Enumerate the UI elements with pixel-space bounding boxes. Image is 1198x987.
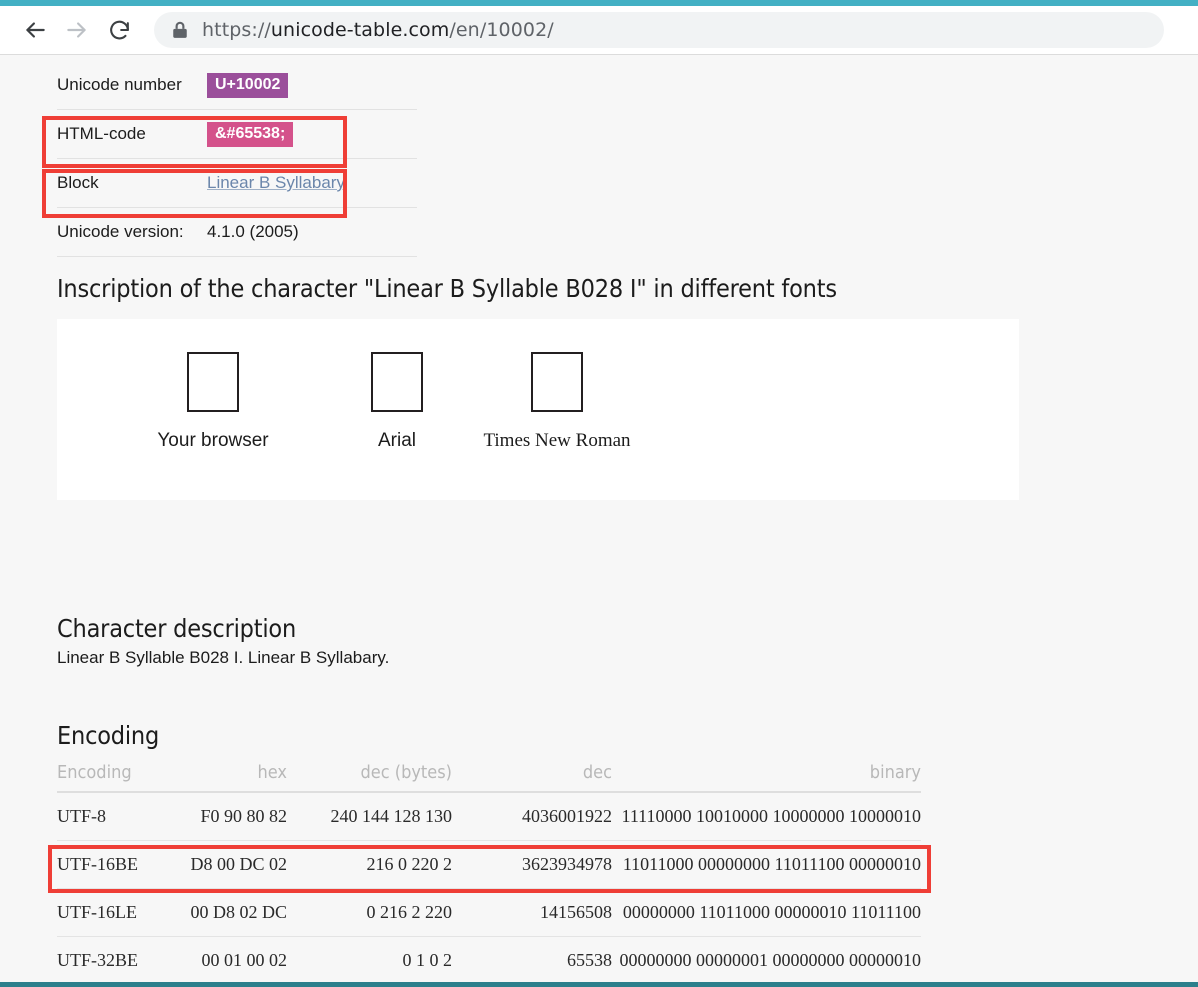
property-value: Linear B Syllabary xyxy=(207,173,345,193)
table-row: UTF-16LE 00 D8 02 DC 0 216 2 220 1415650… xyxy=(57,888,921,937)
tofu-box-icon xyxy=(371,352,423,412)
html-code-badge: &#65538; xyxy=(207,121,294,147)
cell-encoding: UTF-32BE xyxy=(57,936,177,985)
cell-encoding: UTF-16LE xyxy=(57,888,177,937)
column-header-hex: hex xyxy=(177,762,287,793)
property-row-block: Block Linear B Syllabary xyxy=(57,159,417,208)
url-scheme: https:// xyxy=(202,19,271,41)
character-properties-table: Unicode number U+10002 HTML-code &#65538… xyxy=(57,61,417,257)
property-label: Unicode number xyxy=(57,75,182,94)
url-path: /en/10002/ xyxy=(449,19,554,41)
cell-binary: 11011000 00000000 11011100 00000010 xyxy=(612,840,921,889)
reload-button[interactable] xyxy=(98,9,140,51)
url-host: unicode-table.com xyxy=(270,19,450,41)
cell-dec-bytes: 0 1 0 2 xyxy=(287,936,452,985)
font-sample-label: Your browser xyxy=(157,430,269,451)
property-value: &#65538; xyxy=(207,121,294,147)
back-button[interactable] xyxy=(14,9,56,51)
column-header-dec-bytes: dec (bytes) xyxy=(287,762,452,793)
table-row: UTF-32BE 00 01 00 02 0 1 0 2 65538 00000… xyxy=(57,936,921,985)
cell-hex: F0 90 80 82 xyxy=(177,792,287,841)
property-row-unicode-number: Unicode number U+10002 xyxy=(57,61,417,110)
url-text: https://unicode-table.com/en/10002/ xyxy=(202,19,554,41)
cell-hex: 00 D8 02 DC xyxy=(177,888,287,937)
property-row-unicode-version: Unicode version: 4.1.0 (2005) xyxy=(57,208,417,257)
address-bar[interactable]: https://unicode-table.com/en/10002/ xyxy=(154,12,1164,48)
cell-dec-bytes: 240 144 128 130 xyxy=(287,792,452,841)
font-sample-label: Times New Roman xyxy=(483,430,631,451)
screenshot-root: https://unicode-table.com/en/10002/ Unic… xyxy=(0,0,1198,987)
forward-button[interactable] xyxy=(56,9,98,51)
property-label: HTML-code xyxy=(57,124,146,143)
cell-hex: 00 01 00 02 xyxy=(177,936,287,985)
lock-icon xyxy=(172,21,188,39)
cell-dec: 65538 xyxy=(452,936,612,985)
encoding-table: Encoding hex dec (bytes) dec binary UTF-… xyxy=(57,762,921,987)
character-description-title: Character description xyxy=(57,614,297,643)
arrow-right-icon xyxy=(64,17,90,43)
cell-dec: 3623934978 xyxy=(452,840,612,889)
font-samples-panel: Your browser Arial Times New Roman xyxy=(57,319,1019,500)
reload-icon xyxy=(107,18,132,43)
browser-toolbar: https://unicode-table.com/en/10002/ xyxy=(0,6,1198,55)
arrow-left-icon xyxy=(22,17,48,43)
property-label: Block xyxy=(57,173,99,192)
tofu-box-icon xyxy=(187,352,239,412)
cell-binary: 00000000 11011000 00000010 11011100 xyxy=(612,888,921,937)
cell-dec: 14156508 xyxy=(452,888,612,937)
encoding-title: Encoding xyxy=(57,721,160,750)
property-value: U+10002 xyxy=(207,72,289,98)
column-header-encoding: Encoding xyxy=(57,762,177,793)
cell-encoding: UTF-16BE xyxy=(57,840,177,889)
cell-encoding: UTF-8 xyxy=(57,792,177,841)
cell-dec: 4036001922 xyxy=(452,792,612,841)
column-header-binary: binary xyxy=(612,762,921,793)
page-content: Unicode number U+10002 HTML-code &#65538… xyxy=(0,56,1198,987)
property-value: 4.1.0 (2005) xyxy=(207,222,299,241)
property-label: Unicode version: xyxy=(57,222,184,241)
cell-dec-bytes: 0 216 2 220 xyxy=(287,888,452,937)
encoding-table-header-row: Encoding hex dec (bytes) dec binary xyxy=(57,762,921,793)
tofu-box-icon xyxy=(531,352,583,412)
column-header-dec: dec xyxy=(452,762,612,793)
bottom-accent-bar xyxy=(0,982,1198,987)
inscription-title: Inscription of the character "Linear B S… xyxy=(57,274,837,303)
property-row-html-code: HTML-code &#65538; xyxy=(57,110,417,159)
block-link[interactable]: Linear B Syllabary xyxy=(207,173,345,192)
cell-binary: 11110000 10010000 10000000 10000010 xyxy=(612,792,921,841)
character-description-text: Linear B Syllable B028 I. Linear B Sylla… xyxy=(57,648,390,667)
table-row: UTF-8 F0 90 80 82 240 144 128 130 403600… xyxy=(57,792,921,841)
cell-binary: 00000000 00000001 00000000 00000010 xyxy=(612,936,921,985)
unicode-number-badge: U+10002 xyxy=(207,72,289,98)
cell-hex: D8 00 DC 02 xyxy=(177,840,287,889)
table-row: UTF-16BE D8 00 DC 02 216 0 220 2 3623934… xyxy=(57,840,921,889)
cell-dec-bytes: 216 0 220 2 xyxy=(287,840,452,889)
font-sample-times-new-roman: Times New Roman xyxy=(457,352,657,452)
font-sample-your-browser: Your browser xyxy=(123,352,303,452)
